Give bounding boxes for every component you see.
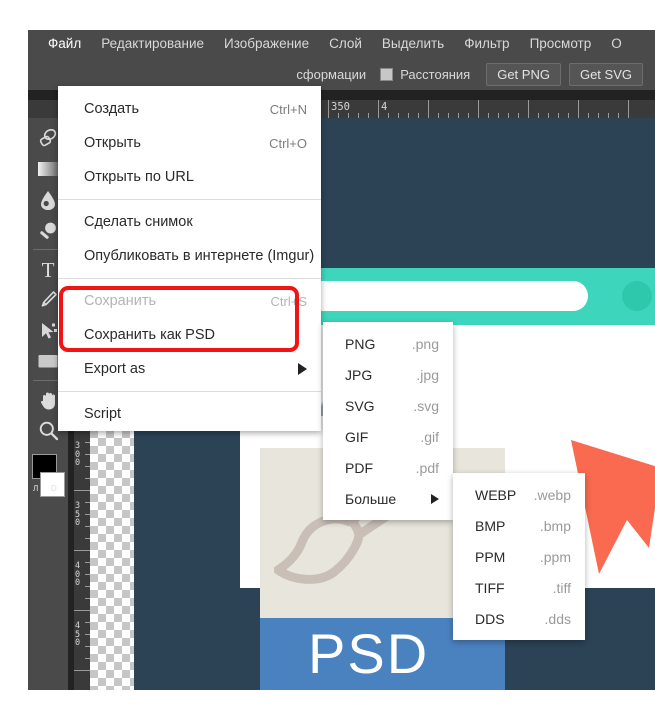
vruler-label-300: 300 [75, 441, 81, 468]
chevron-right-icon [431, 493, 439, 504]
export-format-submenu[interactable]: PNG .png JPG .jpg SVG .svg GIF .gif PDF … [323, 322, 453, 520]
vruler-label-400: 400 [75, 561, 81, 588]
menu-item-publish-imgur[interactable]: Опубликовать в интернете (Imgur) [58, 239, 321, 273]
menubar-item-file[interactable]: Файл [38, 30, 91, 58]
menu-item-script[interactable]: Script [58, 397, 321, 431]
menu-item-export-as[interactable]: Export as [58, 352, 321, 386]
menu-item-label: Открыть по URL [84, 169, 194, 185]
format-name: SVG [345, 397, 375, 414]
menu-bar: Файл Редактирование Изображение Слой Выд… [28, 30, 655, 58]
format-extension: .jpg [416, 366, 439, 383]
more-formats-submenu[interactable]: WEBP .webp BMP .bmp PPM .ppm TIFF .tiff … [453, 473, 585, 640]
chevron-right-icon [298, 363, 307, 375]
export-item-dds[interactable]: DDS .dds [453, 603, 585, 634]
menubar-item-edit[interactable]: Редактирование [91, 30, 214, 58]
menu-item-accelerator: Ctrl+N [269, 101, 307, 117]
format-extension: .png [411, 335, 439, 352]
format-name: WEBP [475, 486, 517, 503]
format-name: Больше [345, 490, 397, 507]
menubar-item-view[interactable]: Просмотр [520, 30, 602, 58]
menu-item-open-url[interactable]: Открыть по URL [58, 160, 321, 194]
menubar-item-image[interactable]: Изображение [214, 30, 319, 58]
menu-item-new[interactable]: Создать Ctrl+N [58, 92, 321, 126]
get-png-button[interactable]: Get PNG [486, 62, 561, 86]
vruler-label-350: 350 [75, 501, 81, 528]
checkbox-box[interactable] [380, 67, 394, 81]
menubar-item-layer[interactable]: Слой [319, 30, 372, 58]
menu-item-label: Опубликовать в интернете (Imgur) [84, 248, 315, 264]
psd-text: PSD [308, 622, 430, 685]
export-item-bmp[interactable]: BMP .bmp [453, 510, 585, 541]
browser-action-circle [622, 281, 652, 311]
menubar-item-window[interactable]: О [601, 30, 632, 58]
photopea-window: Файл Редактирование Изображение Слой Выд… [28, 30, 655, 690]
format-extension: .ppm [539, 548, 571, 565]
menu-divider [58, 278, 321, 279]
format-extension: .pdf [415, 459, 439, 476]
menu-item-label: Сделать снимок [84, 214, 193, 230]
hruler-label-350: 350 [331, 101, 350, 113]
export-item-gif[interactable]: GIF .gif [323, 421, 453, 452]
export-item-png[interactable]: PNG .png [323, 328, 453, 359]
menu-item-save: Сохранить Ctrl+S [58, 284, 321, 318]
menu-divider [58, 199, 321, 200]
format-extension: .svg [413, 397, 439, 414]
menu-item-accelerator: Ctrl+O [269, 135, 307, 151]
format-name: JPG [345, 366, 373, 383]
format-name: TIFF [475, 579, 505, 596]
menu-item-label: Script [84, 406, 122, 422]
menubar-item-select[interactable]: Выделить [372, 30, 454, 58]
format-extension: .tiff [552, 579, 571, 596]
vruler-label-450: 450 [75, 621, 81, 648]
format-name: DDS [475, 610, 505, 627]
format-name: PNG [345, 335, 376, 352]
export-item-tiff[interactable]: TIFF .tiff [453, 572, 585, 603]
menu-item-label: Export as [84, 361, 146, 377]
menu-item-label: Открыть [84, 135, 141, 151]
format-name: BMP [475, 517, 506, 534]
menubar-item-filter[interactable]: Фильтр [454, 30, 519, 58]
menu-item-open[interactable]: Открыть Ctrl+O [58, 126, 321, 160]
format-name: PDF [345, 459, 373, 476]
svg-text:T: T [42, 258, 55, 280]
get-svg-button[interactable]: Get SVG [568, 62, 643, 86]
format-extension: .gif [420, 428, 439, 445]
menu-item-take-snapshot[interactable]: Сделать снимок [58, 205, 321, 239]
export-item-svg[interactable]: SVG .svg [323, 390, 453, 421]
menu-item-accelerator: Ctrl+S [270, 293, 307, 309]
export-item-ppm[interactable]: PPM .ppm [453, 541, 585, 572]
format-extension: .webp [533, 486, 571, 503]
format-name: GIF [345, 428, 369, 445]
format-extension: .bmp [539, 517, 571, 534]
distances-checkbox[interactable]: Расстояния [380, 67, 470, 82]
menu-item-save-as-psd[interactable]: Сохранить как PSD [58, 318, 321, 352]
format-name: PPM [475, 548, 506, 565]
distances-label: Расстояния [400, 66, 471, 82]
export-item-more[interactable]: Больше [323, 483, 453, 514]
export-item-pdf[interactable]: PDF .pdf [323, 452, 453, 483]
hruler-label-400: 4 [381, 101, 388, 113]
transform-label: сформации [296, 66, 367, 82]
file-dropdown-menu[interactable]: Создать Ctrl+N Открыть Ctrl+O Открыть по… [58, 86, 321, 431]
export-item-webp[interactable]: WEBP .webp [453, 479, 585, 510]
export-item-jpg[interactable]: JPG .jpg [323, 359, 453, 390]
format-extension: .dds [544, 610, 571, 627]
color-swatches[interactable]: Л D [28, 452, 68, 508]
default-colors-icon[interactable]: D [51, 484, 57, 493]
menu-item-label: Создать [84, 101, 140, 117]
swap-colors-icon[interactable]: Л [33, 484, 38, 493]
menu-item-label: Сохранить [84, 293, 157, 309]
menu-divider [58, 391, 321, 392]
menu-item-label: Сохранить как PSD [84, 327, 215, 343]
